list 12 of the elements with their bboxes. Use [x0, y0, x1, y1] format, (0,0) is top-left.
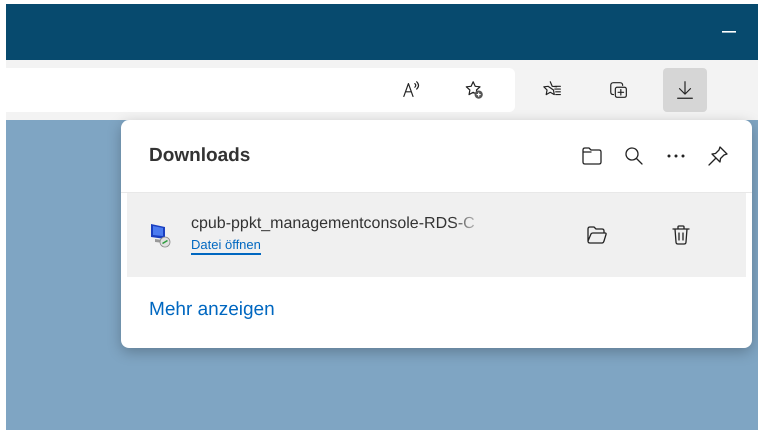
download-icon — [674, 79, 696, 101]
show-more-link[interactable]: Mehr anzeigen — [149, 299, 275, 321]
minimize-icon[interactable] — [722, 31, 736, 33]
panel-title: Downloads — [149, 145, 250, 167]
star-plus-icon — [464, 79, 486, 101]
file-name: cpub-ppkt_managementconsole-RDS-C — [191, 215, 475, 233]
open-file-link[interactable]: Datei öffnen — [191, 237, 261, 255]
download-item[interactable]: cpub-ppkt_managementconsole-RDS-C Datei öffnen — [127, 193, 746, 277]
download-button[interactable] — [663, 68, 707, 112]
collections-icon — [608, 79, 630, 101]
remote-desktop-icon — [149, 222, 171, 248]
pin-icon[interactable] — [706, 144, 730, 168]
